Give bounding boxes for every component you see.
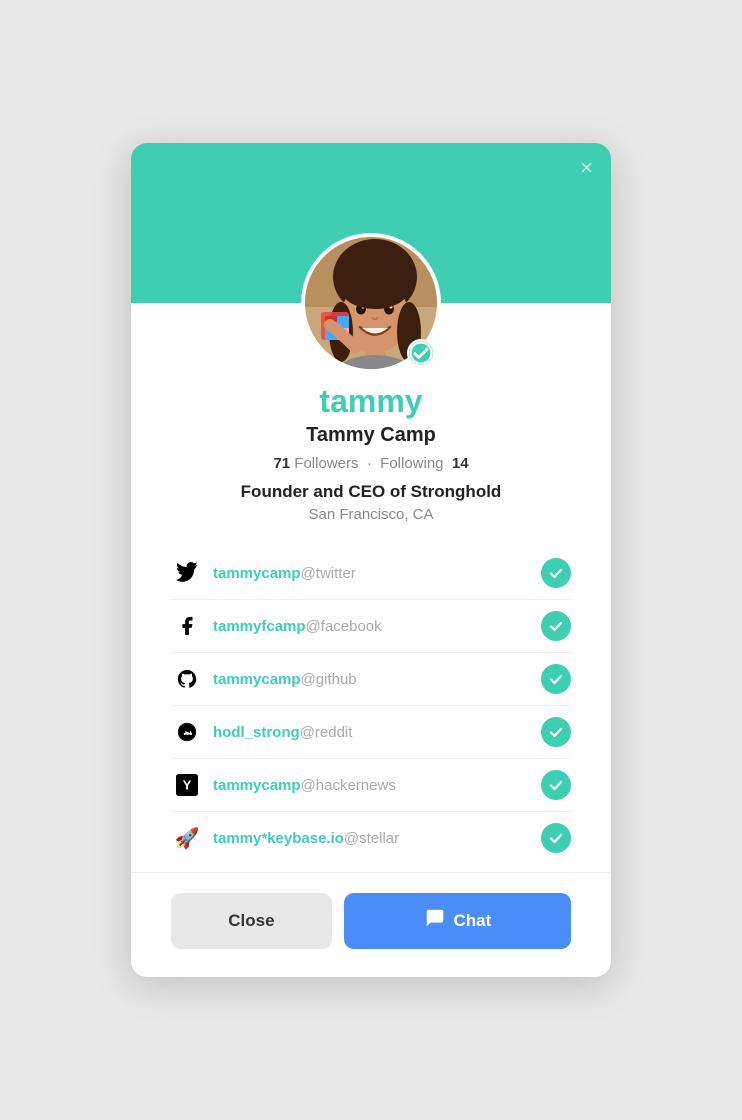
hackernews-platform: @hackernews <box>301 777 396 794</box>
twitter-icon <box>171 562 203 584</box>
social-item-stellar[interactable]: 🚀 tammy*keybase.io@stellar <box>171 812 571 864</box>
close-icon[interactable]: × <box>580 157 593 179</box>
reddit-icon <box>171 721 203 743</box>
facebook-platform: @facebook <box>306 618 382 635</box>
hackernews-verified <box>541 770 571 800</box>
chat-button[interactable]: Chat <box>344 893 571 949</box>
modal-body: tammy Tammy Camp 71 Followers · Followin… <box>131 303 611 864</box>
facebook-handle: tammyfcamp@facebook <box>213 618 541 635</box>
full-name: Tammy Camp <box>171 424 571 447</box>
svg-text:Y: Y <box>183 778 192 793</box>
profile-modal: × <box>131 143 611 977</box>
chat-label: Chat <box>454 911 492 931</box>
hackernews-handle-name: tammycamp <box>213 777 301 794</box>
close-button[interactable]: Close <box>171 893 332 949</box>
reddit-handle-name: hodl_strong <box>213 724 300 741</box>
social-item-facebook[interactable]: tammyfcamp@facebook <box>171 600 571 653</box>
facebook-icon <box>171 615 203 637</box>
github-handle-name: tammycamp <box>213 671 301 688</box>
username: tammy <box>171 383 571 420</box>
twitter-handle: tammycamp@twitter <box>213 565 541 582</box>
chat-icon <box>424 907 446 935</box>
github-platform: @github <box>301 671 357 688</box>
avatar-wrap <box>301 233 441 373</box>
stellar-handle-name: tammy*keybase.io <box>213 830 344 847</box>
twitter-handle-name: tammycamp <box>213 565 301 582</box>
stellar-platform: @stellar <box>344 830 399 847</box>
stellar-icon: 🚀 <box>171 826 203 851</box>
reddit-platform: @reddit <box>300 724 353 741</box>
hackernews-handle: tammycamp@hackernews <box>213 777 541 794</box>
social-item-reddit[interactable]: hodl_strong@reddit <box>171 706 571 759</box>
hackernews-icon: Y <box>171 774 203 796</box>
twitter-verified <box>541 558 571 588</box>
followers-label: Followers <box>294 455 358 472</box>
stellar-verified <box>541 823 571 853</box>
bio: Founder and CEO of Stronghold <box>171 482 571 502</box>
github-handle: tammycamp@github <box>213 671 541 688</box>
stats: 71 Followers · Following 14 <box>171 455 571 472</box>
reddit-verified <box>541 717 571 747</box>
followers-count: 71 <box>273 455 290 472</box>
modal-footer: Close Chat <box>131 872 611 977</box>
social-list: tammycamp@twitter tammyfcamp@facebook <box>171 547 571 864</box>
reddit-handle: hodl_strong@reddit <box>213 724 541 741</box>
facebook-verified <box>541 611 571 641</box>
facebook-handle-name: tammyfcamp <box>213 618 306 635</box>
following-count: 14 <box>452 455 469 472</box>
github-icon <box>171 668 203 690</box>
twitter-platform: @twitter <box>301 565 356 582</box>
social-item-hackernews[interactable]: Y tammycamp@hackernews <box>171 759 571 812</box>
github-verified <box>541 664 571 694</box>
modal-header: × <box>131 143 611 303</box>
location: San Francisco, CA <box>171 506 571 523</box>
stellar-handle: tammy*keybase.io@stellar <box>213 830 541 847</box>
following-label: Following <box>380 455 443 472</box>
social-item-twitter[interactable]: tammycamp@twitter <box>171 547 571 600</box>
social-item-github[interactable]: tammycamp@github <box>171 653 571 706</box>
online-badge <box>407 339 435 367</box>
